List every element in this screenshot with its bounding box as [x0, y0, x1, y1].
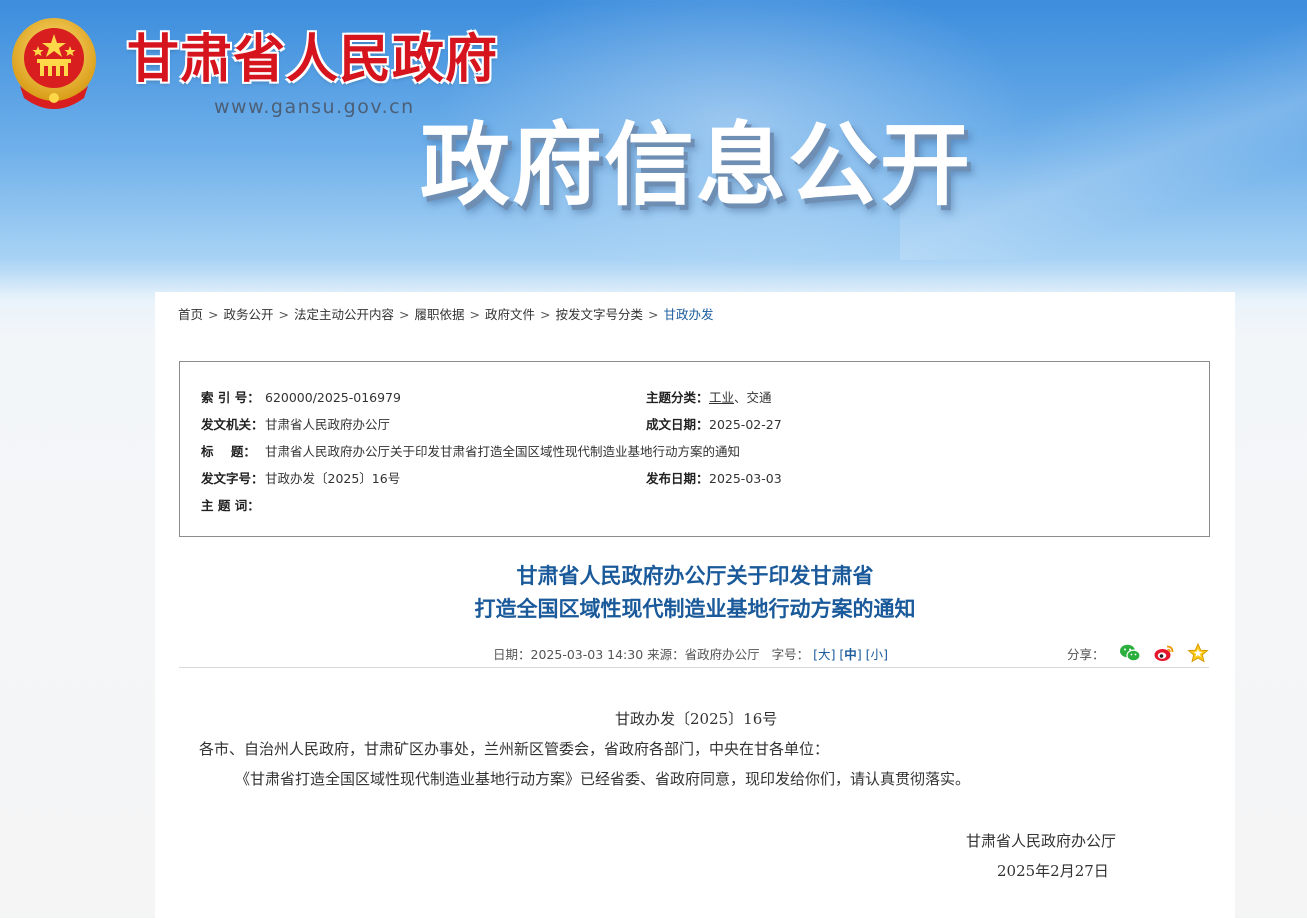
- meta-written-label: 成文日期：: [646, 417, 709, 432]
- breadcrumb-statutory-content[interactable]: 法定主动公开内容: [294, 307, 394, 322]
- national-emblem-icon: [8, 16, 100, 112]
- wechat-icon[interactable]: [1119, 643, 1141, 663]
- meta-topic-label: 主题分类：: [646, 390, 709, 405]
- weibo-icon[interactable]: [1153, 643, 1173, 663]
- document-number: 甘政办发〔2025〕16号: [615, 710, 778, 728]
- salutation: 各市、自治州人民政府，甘肃矿区办事处，兰州新区管委会，省政府各部门，中央在甘各单…: [199, 740, 830, 758]
- body-paragraph: 《甘肃省打造全国区域性现代制造业基地行动方案》已经省委、省政府同意，现印发给你们…: [235, 770, 971, 788]
- article-info-line: 日期：2025-03-03 14:30 来源：省政府办公厅 字号： [大] [中…: [493, 644, 888, 663]
- meta-docno-row: 发文字号：甘政办发〔2025〕16号: [201, 468, 400, 487]
- meta-written-value: 2025-02-27: [709, 417, 782, 432]
- meta-topic-row: 主题分类：工业、交通: [646, 387, 772, 406]
- meta-title-row: 标 题： 甘肃省人民政府办公厅关于印发甘肃省打造全国区域性现代制造业基地行动方案的…: [201, 441, 740, 460]
- meta-index-label: 索 引 号：: [201, 390, 260, 405]
- font-size-large-button[interactable]: 大: [818, 647, 831, 662]
- meta-publish-value: 2025-03-03: [709, 471, 782, 486]
- breadcrumb-by-doc-number[interactable]: 按发文字号分类: [556, 307, 644, 322]
- source-value: 省政府办公厅: [684, 647, 760, 662]
- meta-topic-separator: 、: [734, 390, 747, 405]
- banner-title: 政府信息公开: [420, 113, 972, 218]
- meta-issuer-label: 发文机关：: [201, 417, 264, 432]
- font-size-medium-button[interactable]: 中: [844, 647, 857, 662]
- meta-docno-label: 发文字号：: [201, 471, 264, 486]
- meta-publish-label: 发布日期：: [646, 471, 709, 486]
- breadcrumb-gov-documents[interactable]: 政府文件: [485, 307, 535, 322]
- meta-keywords-row: 主 题 词：: [201, 495, 265, 514]
- meta-title-value: 甘肃省人民政府办公厅关于印发甘肃省打造全国区域性现代制造业基地行动方案的通知: [265, 444, 741, 459]
- meta-written-date-row: 成文日期：2025-02-27: [646, 414, 782, 433]
- meta-keywords-label: 主 题 词：: [201, 498, 260, 513]
- breadcrumb-separator: >: [208, 307, 219, 322]
- breadcrumb-separator: >: [399, 307, 410, 322]
- meta-issuer-row: 发文机关：甘肃省人民政府办公厅: [201, 414, 390, 433]
- breadcrumb-separator: >: [278, 307, 289, 322]
- font-size-label: 字号：: [771, 647, 810, 662]
- date-label: 日期：: [493, 647, 531, 662]
- meta-title-label: 标 题：: [201, 444, 256, 459]
- signature-org: 甘肃省人民政府办公厅: [966, 832, 1117, 850]
- meta-topic-transport[interactable]: 交通: [747, 390, 772, 405]
- share-bar: 分享：: [1067, 642, 1209, 663]
- date-value: 2025-03-03 14:30: [530, 647, 644, 662]
- meta-publish-date-row: 发布日期：2025-03-03: [646, 468, 782, 487]
- divider: [179, 667, 1209, 668]
- source-label: 来源：: [647, 647, 685, 662]
- breadcrumb-duty-basis[interactable]: 履职依据: [415, 307, 465, 322]
- article-title-line1: 甘肃省人民政府办公厅关于印发甘肃省: [516, 564, 874, 588]
- breadcrumb-current[interactable]: 甘政办发: [664, 307, 714, 322]
- breadcrumb-home[interactable]: 首页: [178, 307, 203, 322]
- meta-issuer-value: 甘肃省人民政府办公厅: [265, 417, 391, 432]
- breadcrumb-gov-affairs[interactable]: 政务公开: [224, 307, 274, 322]
- main-content: 首页 > 政务公开 > 法定主动公开内容 > 履职依据 > 政府文件 > 按发文字号分类 > 甘政办发 …: [155, 292, 1235, 918]
- breadcrumb-separator: >: [540, 307, 551, 322]
- meta-topic-industry-link[interactable]: 工业: [709, 390, 734, 405]
- site-title[interactable]: 甘肃省人民政府: [127, 28, 498, 92]
- share-label: 分享：: [1067, 646, 1105, 662]
- meta-docno-value: 甘政办发〔2025〕16号: [265, 471, 401, 486]
- document-metadata-table: 索 引 号： 620000/2025-016979 主题分类：工业、交通 发文机关…: [179, 361, 1210, 537]
- breadcrumb-separator: >: [648, 307, 659, 322]
- breadcrumb: 首页 > 政务公开 > 法定主动公开内容 > 履职依据 > 政府文件 > 按发文字号分类 > 甘政办发: [178, 304, 714, 323]
- signature-date: 2025年2月27日: [997, 862, 1109, 880]
- font-size-controls: [大] [中] [小]: [813, 647, 888, 662]
- article-title-line2: 打造全国区域性现代制造业基地行动方案的通知: [474, 597, 916, 621]
- site-url: www.gansu.gov.cn: [214, 96, 415, 118]
- article-title: 甘肃省人民政府办公厅关于印发甘肃省 打造全国区域性现代制造业基地行动方案的通知: [155, 560, 1235, 626]
- meta-index-value: 620000/2025-016979: [265, 390, 401, 405]
- meta-index-row: 索 引 号： 620000/2025-016979: [201, 387, 401, 406]
- font-size-small-button[interactable]: 小: [871, 647, 884, 662]
- breadcrumb-separator: >: [469, 307, 480, 322]
- favorite-star-icon[interactable]: [1186, 642, 1209, 663]
